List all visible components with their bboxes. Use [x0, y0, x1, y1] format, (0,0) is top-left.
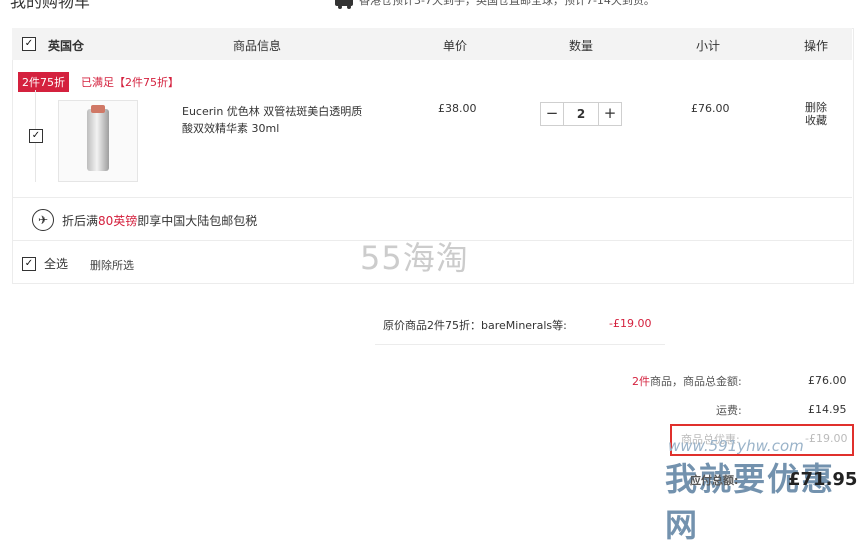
discount-label: 原价商品2件75折：bareMinerals等: — [383, 319, 567, 332]
column-unit-price: 单价 — [443, 39, 468, 53]
quantity-increase-button[interactable]: + — [599, 103, 621, 125]
promo-status: 已满足【2件75折】 — [81, 76, 179, 89]
select-all[interactable]: ✓ 全选 — [22, 255, 68, 272]
cart-table-header: ✓ 英国仓 商品信息 单价 数量 小计 操作 — [12, 28, 852, 60]
warehouse-name: 英国仓 — [48, 39, 85, 53]
notice-text: 香港仓预计3-7天到手，英国仓直邮全球，预计7-14天到货。 — [359, 0, 655, 7]
shipping-note-prefix: 折后满 — [62, 214, 99, 228]
shipping-fee-label: 运费: — [716, 404, 742, 417]
truck-icon — [335, 0, 353, 9]
unit-price: £38.00 — [438, 102, 477, 115]
column-quantity: 数量 — [569, 39, 594, 53]
shipping-notice: 香港仓预计3-7天到手，英国仓直邮全球，预计7-14天到货。 — [335, 0, 655, 9]
airplane-icon: ✈ — [32, 209, 54, 231]
divider — [375, 344, 665, 345]
payable-total-label: 应付总额: — [690, 474, 739, 487]
shipping-note-amount: 80英镑 — [98, 214, 138, 228]
item-actions: 删除 收藏 — [805, 101, 827, 127]
item-subtotal: £76.00 — [691, 102, 730, 115]
payable-total-value: £71.95 — [788, 469, 858, 490]
watermark-site-name: 我就要优惠网 — [665, 460, 836, 544]
serum-bottle-image — [87, 105, 109, 171]
shipping-note-suffix: 即享中国大陆包邮包税 — [137, 214, 258, 228]
watermark-site-url: www.591yhw.com — [668, 437, 804, 455]
select-all-label[interactable]: 全选 — [44, 255, 68, 272]
divider — [12, 197, 852, 198]
delete-item-link[interactable]: 删除 — [805, 101, 827, 114]
column-product-info: 商品信息 — [233, 39, 282, 53]
item-checkbox[interactable]: ✓ — [29, 129, 43, 143]
free-shipping-note: 折后满80英镑即享中国大陆包邮包税 — [62, 212, 257, 229]
column-actions: 操作 — [804, 39, 829, 53]
warehouse-checkbox[interactable]: ✓ — [22, 37, 36, 51]
goods-count: 2件 — [632, 375, 650, 388]
product-name-link[interactable]: Eucerin 优色林 双管祛斑美白透明质酸双效精华素 30ml — [182, 103, 367, 137]
delete-selected-link[interactable]: 删除所选 — [90, 257, 134, 273]
quantity-decrease-button[interactable]: − — [541, 103, 563, 125]
shipping-fee-value: £14.95 — [808, 403, 847, 416]
discount-value: -£19.00 — [609, 317, 652, 330]
favorite-item-link[interactable]: 收藏 — [805, 114, 827, 127]
divider — [12, 240, 852, 241]
goods-total-label: 2件商品，商品总金额: — [632, 373, 742, 389]
page-title: 我的购物车 — [10, 0, 91, 11]
select-all-checkbox[interactable]: ✓ — [22, 256, 36, 271]
promo-badge: 2件75折 — [18, 72, 69, 92]
goods-total-value: £76.00 — [808, 374, 847, 387]
goods-label-text: 商品，商品总金额: — [650, 375, 742, 388]
product-image[interactable] — [58, 100, 138, 182]
total-discount-value: -£19.00 — [805, 432, 848, 445]
quantity-value[interactable]: 2 — [563, 103, 599, 125]
quantity-stepper: − 2 + — [540, 102, 622, 126]
column-subtotal: 小计 — [696, 39, 721, 53]
